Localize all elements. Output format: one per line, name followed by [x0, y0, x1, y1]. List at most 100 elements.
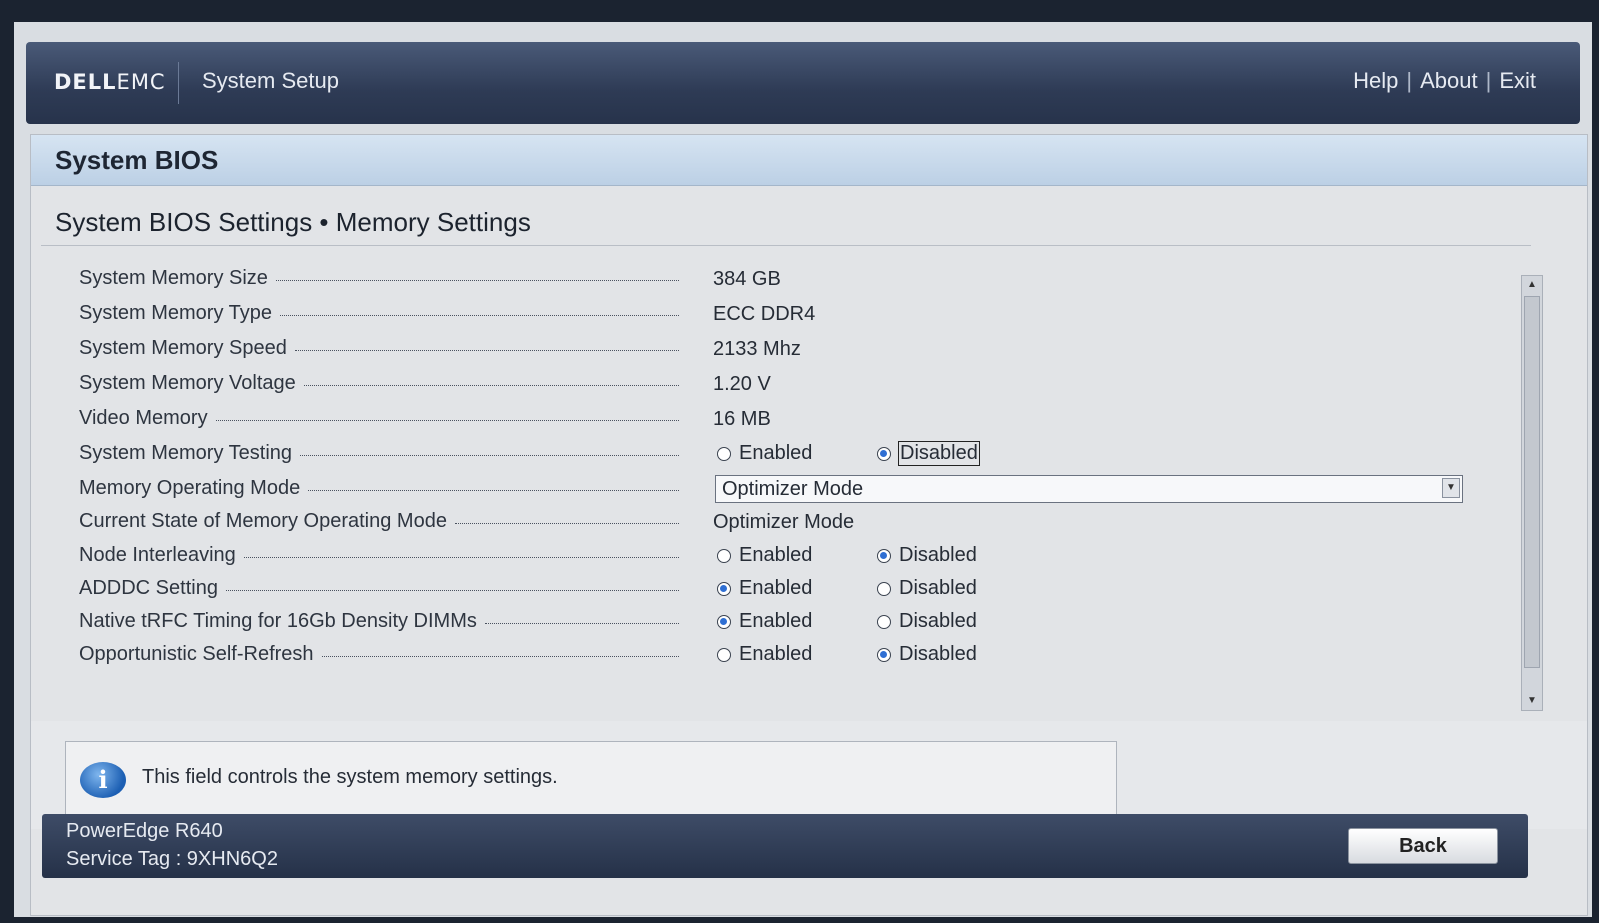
radio-label: Disabled [899, 577, 977, 599]
radio-button-icon [877, 581, 891, 596]
self-refresh-disabled-radio[interactable]: Disabled [877, 643, 977, 666]
setting-label: Memory Operating Mode [79, 477, 679, 500]
footer-bar: PowerEdge R640 Service Tag : 9XHN6Q2 Bac… [42, 814, 1528, 878]
setting-label: Native tRFC Timing for 16Gb Density DIMM… [79, 610, 679, 633]
link-separator: | [1406, 68, 1413, 93]
radio-label: Enabled [739, 442, 813, 464]
divider [41, 245, 1531, 246]
setting-row: Current State of Memory Operating Mode O… [41, 506, 1515, 540]
setting-label-text: Native tRFC Timing for 16Gb Density DIMM… [79, 610, 477, 632]
setting-row-node-interleaving: Node Interleaving Enabled Disabled [41, 540, 1515, 574]
radio-button-selected-icon [877, 446, 891, 461]
memory-testing-enabled-radio[interactable]: Enabled [717, 442, 812, 465]
setting-label-text: Current State of Memory Operating Mode [79, 510, 447, 532]
setting-label-text: Node Interleaving [79, 544, 236, 566]
top-bar: DELLEMC System Setup Help | About | Exit [26, 42, 1580, 124]
help-area: i This field controls the system memory … [31, 721, 1587, 829]
scroll-up-arrow-icon[interactable]: ▲ [1522, 276, 1542, 294]
setting-label: ADDDC Setting [79, 577, 679, 600]
setting-label: Node Interleaving [79, 544, 679, 567]
radio-label: Enabled [739, 577, 813, 599]
setting-row: System Memory Type ECC DDR4 [41, 298, 1515, 332]
dot-leader [294, 350, 679, 351]
scrollbar-thumb[interactable] [1524, 296, 1540, 668]
dot-leader [321, 656, 679, 657]
radio-label: Disabled [898, 441, 980, 466]
setting-label-text: System Memory Testing [79, 442, 293, 464]
page-title: System BIOS [55, 145, 219, 175]
setting-row: System Memory Speed 2133 Mhz [41, 333, 1515, 367]
radio-button-icon [717, 446, 731, 461]
radio-button-selected-icon [877, 647, 891, 662]
node-interleaving-disabled-radio[interactable]: Disabled [877, 544, 977, 567]
radio-label: Disabled [899, 610, 977, 632]
self-refresh-enabled-radio[interactable]: Enabled [717, 643, 812, 666]
service-tag: Service Tag : 9XHN6Q2 [66, 848, 278, 870]
info-icon: i [80, 762, 126, 798]
radio-button-icon [717, 647, 731, 662]
dot-leader [225, 590, 679, 591]
native-trfc-enabled-radio[interactable]: Enabled [717, 610, 812, 633]
setting-label: System Memory Speed [79, 337, 679, 360]
logo-emc-text: EMC [116, 70, 166, 94]
memory-operating-mode-select[interactable]: Optimizer Mode ▼ [715, 475, 1463, 503]
setting-label: Video Memory [79, 407, 679, 430]
about-link[interactable]: About [1420, 68, 1478, 93]
setting-label-text: System Memory Voltage [79, 372, 296, 394]
setting-value: 1.20 V [713, 373, 771, 395]
setting-label-text: ADDDC Setting [79, 577, 218, 599]
radio-button-icon [717, 548, 731, 563]
panel-header: System BIOS [31, 135, 1587, 186]
help-link[interactable]: Help [1353, 68, 1398, 93]
dot-leader [275, 280, 679, 281]
setting-label-text: Video Memory [79, 407, 208, 429]
dot-leader [243, 557, 679, 558]
radio-label: Enabled [739, 643, 813, 665]
setting-row-adddc: ADDDC Setting Enabled Disabled [41, 573, 1515, 607]
exit-link[interactable]: Exit [1499, 68, 1536, 93]
scrollbar[interactable]: ▲ ▼ [1521, 275, 1543, 711]
breadcrumb: System BIOS Settings • Memory Settings [55, 207, 531, 237]
header-divider [178, 62, 179, 104]
setting-row-memory-mode: Memory Operating Mode Optimizer Mode ▼ [41, 473, 1515, 507]
dot-leader [484, 623, 679, 624]
adddc-enabled-radio[interactable]: Enabled [717, 577, 812, 600]
dot-leader [454, 523, 679, 524]
setting-value: 16 MB [713, 408, 771, 430]
setting-row-memory-testing: System Memory Testing Enabled Disabled [41, 438, 1515, 472]
setting-value: ECC DDR4 [713, 303, 816, 325]
node-interleaving-enabled-radio[interactable]: Enabled [717, 544, 812, 567]
radio-label: Enabled [739, 544, 813, 566]
dot-leader [300, 455, 679, 456]
setting-row: Video Memory 16 MB [41, 403, 1515, 437]
adddc-disabled-radio[interactable]: Disabled [877, 577, 977, 600]
select-value: Optimizer Mode [722, 478, 864, 500]
settings-list: System Memory Size 384 GB System Memory … [41, 255, 1515, 705]
dell-emc-logo: DELLEMC [54, 70, 166, 94]
radio-button-selected-icon [877, 548, 891, 563]
radio-button-selected-icon [717, 614, 731, 629]
dot-leader [280, 315, 679, 316]
setting-label: System Memory Size [79, 267, 679, 290]
setting-row-native-trfc: Native tRFC Timing for 16Gb Density DIMM… [41, 606, 1515, 640]
setting-row: System Memory Size 384 GB [41, 263, 1515, 297]
scroll-down-arrow-icon[interactable]: ▼ [1522, 692, 1542, 710]
settings-panel: System BIOS System BIOS Settings • Memor… [30, 134, 1588, 916]
dot-leader [303, 385, 679, 386]
setting-value: 2133 Mhz [713, 338, 801, 360]
dot-leader [215, 420, 679, 421]
memory-testing-disabled-radio[interactable]: Disabled [877, 441, 980, 466]
setting-label: Current State of Memory Operating Mode [79, 510, 679, 533]
setting-label-text: System Memory Size [79, 267, 268, 289]
radio-label: Enabled [739, 610, 813, 632]
chevron-down-icon[interactable]: ▼ [1442, 478, 1460, 498]
logo-dell-text: DELL [54, 70, 117, 94]
native-trfc-disabled-radio[interactable]: Disabled [877, 610, 977, 633]
back-button[interactable]: Back [1348, 828, 1498, 864]
setting-label-text: Opportunistic Self-Refresh [79, 643, 314, 665]
dot-leader [308, 490, 679, 491]
header-links: Help | About | Exit [1353, 68, 1536, 94]
setting-label: System Memory Type [79, 302, 679, 325]
radio-button-icon [877, 614, 891, 629]
setting-label-text: System Memory Type [79, 302, 273, 324]
